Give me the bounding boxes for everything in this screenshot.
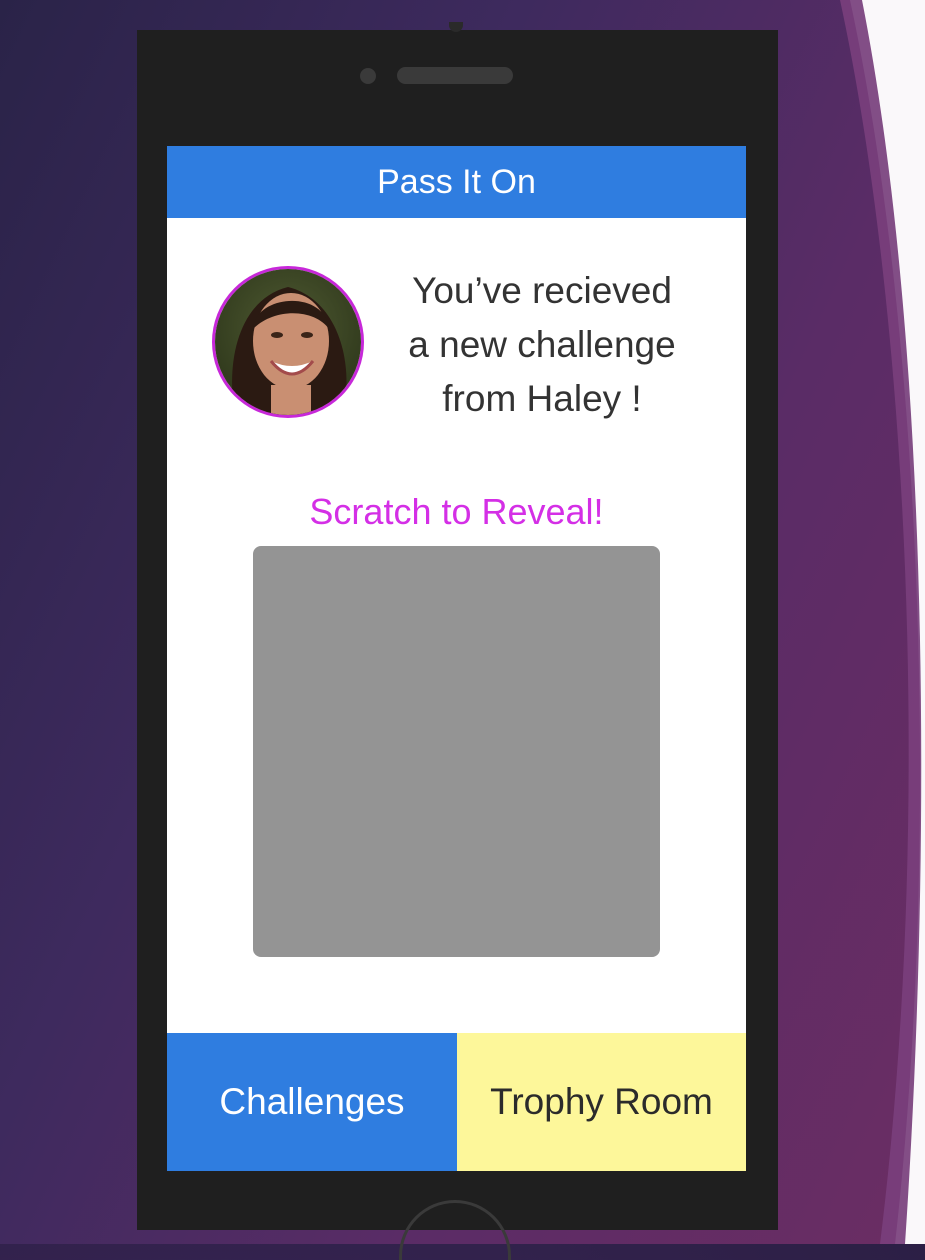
message-line-3: from Haley ! (442, 378, 642, 419)
scratch-card[interactable] (253, 546, 660, 957)
phone-notch (449, 22, 463, 32)
front-camera-icon (360, 68, 376, 84)
trophy-room-label: Trophy Room (490, 1081, 713, 1122)
challenges-button[interactable]: Challenges (167, 1033, 457, 1171)
message-line-2: a new challenge (408, 324, 676, 365)
challenges-label: Challenges (219, 1081, 405, 1122)
avatar-photo-icon (215, 269, 361, 415)
home-button[interactable] (399, 1200, 511, 1260)
trophy-room-button[interactable]: Trophy Room (457, 1033, 746, 1171)
scratch-label: Scratch to Reveal! (309, 491, 604, 532)
app-header: Pass It On (167, 146, 746, 218)
challenge-message: You’ve recieved a new challenge from Hal… (377, 264, 707, 426)
bottom-nav: Challenges Trophy Room (167, 1033, 746, 1171)
app-screen: Pass It On You’ve recieved a new challen… (167, 146, 746, 1171)
app-title: Pass It On (377, 162, 536, 201)
message-line-1: You’ve recieved (412, 270, 672, 311)
speaker-grille (397, 67, 513, 84)
sender-avatar[interactable] (212, 266, 364, 418)
